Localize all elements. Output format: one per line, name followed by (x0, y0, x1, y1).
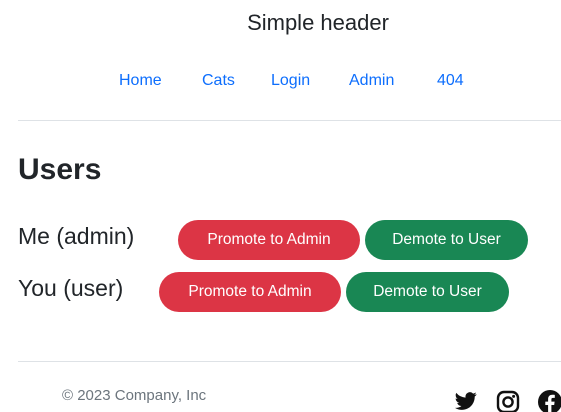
user-row: Me (admin) Promote to Admin Demote to Us… (18, 220, 538, 260)
demote-to-user-button[interactable]: Demote to User (365, 220, 528, 260)
page: Simple header Home Cats Login Admin 404 … (0, 0, 561, 412)
user-name: Me (admin) (18, 223, 135, 249)
nav-link-404[interactable]: 404 (437, 70, 464, 92)
page-title: Users (18, 153, 102, 186)
instagram-icon[interactable] (496, 390, 520, 412)
demote-to-user-button[interactable]: Demote to User (346, 272, 509, 312)
user-name: You (user) (18, 275, 124, 301)
user-row: You (user) Promote to Admin Demote to Us… (18, 272, 518, 312)
nav-link-cats[interactable]: Cats (202, 70, 235, 92)
facebook-icon[interactable] (538, 390, 561, 412)
twitter-icon[interactable] (454, 390, 478, 412)
nav-link-admin[interactable]: Admin (349, 70, 394, 92)
header-divider (18, 120, 561, 121)
copyright-text: © 2023 Company, Inc (62, 387, 207, 404)
nav-link-login[interactable]: Login (271, 70, 310, 92)
site-title: Simple header (247, 10, 389, 35)
promote-to-admin-button[interactable]: Promote to Admin (178, 220, 360, 260)
promote-to-admin-button[interactable]: Promote to Admin (159, 272, 341, 312)
nav-link-home[interactable]: Home (119, 70, 162, 92)
footer-divider (18, 361, 561, 362)
